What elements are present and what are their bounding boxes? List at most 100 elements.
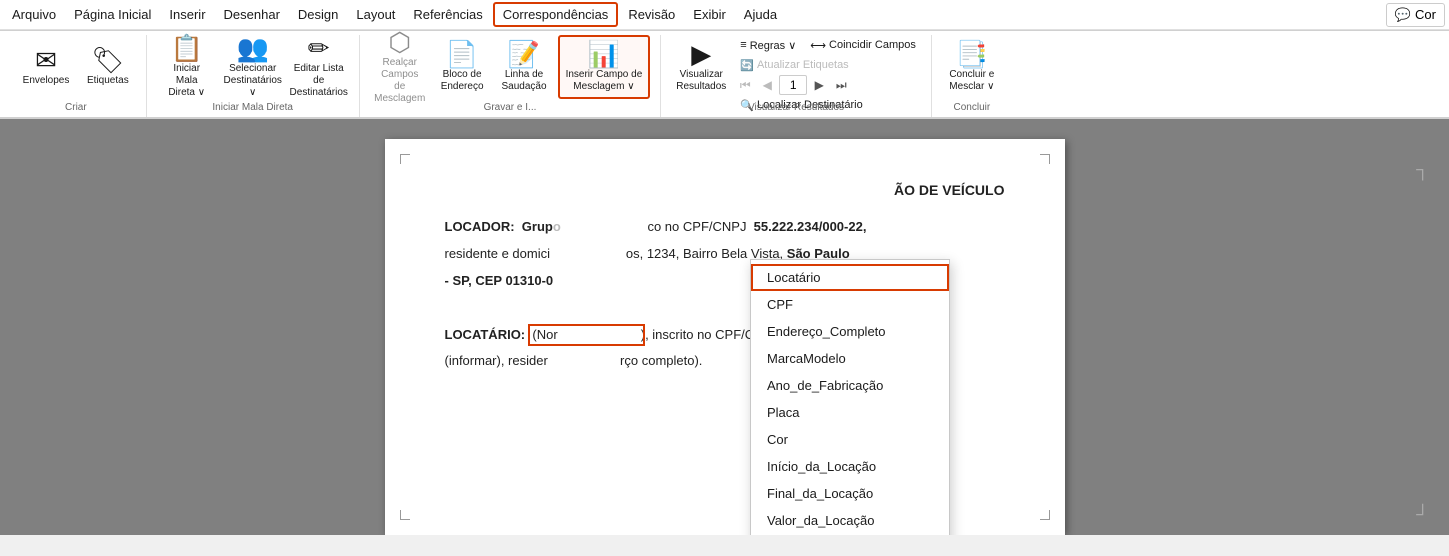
dropdown-item-placa[interactable]: Placa (751, 399, 949, 426)
dropdown-menu: Locatário CPF Endereço_Completo MarcaMod… (750, 259, 950, 535)
cor-button[interactable]: 💬 Cor (1386, 3, 1445, 27)
realcar-label: Realçar Camposde Mesclagem (374, 57, 425, 105)
iniciar-mala-icon: 📋 (171, 35, 203, 61)
right-margin-mark-top: ┐ (1416, 159, 1429, 180)
ribbon-group-iniciar-content: 📋 Iniciar MalaDireta ∨ 👥 SelecionarDesti… (157, 35, 349, 99)
regras-button[interactable]: ≡ Regras ∨ (735, 35, 801, 55)
coincidir-campos-button[interactable]: ⟷ Coincidir Campos (805, 35, 921, 55)
concluir-label: Concluir eMesclar ∨ (949, 69, 994, 93)
linha-label: Linha deSaudação (502, 69, 547, 93)
nav-first-button[interactable]: ⏮ (735, 75, 755, 95)
document-area: ÃO DE VEÍCULO LOCADOR: Grupo co no CPF/C… (0, 119, 1449, 535)
envelope-icon: ✉ (35, 47, 57, 73)
dropdown-item-forma[interactable]: Forma_de_Pagamento (751, 534, 949, 535)
visualizar-top-row: ≡ Regras ∨ ⟷ Coincidir Campos (735, 35, 921, 55)
menu-inserir[interactable]: Inserir (161, 4, 213, 25)
menu-revisao[interactable]: Revisão (620, 4, 683, 25)
menu-referencias[interactable]: Referências (405, 4, 490, 25)
inserir-label: Inserir Campo deMesclagem ∨ (566, 69, 643, 93)
ribbon: ✉ Envelopes 🏷 Etiquetas Criar 📋 Iniciar … (0, 31, 1449, 119)
inserir-campo-button[interactable]: 📊 Inserir Campo deMesclagem ∨ (558, 35, 651, 99)
visualizar-right-stack: ≡ Regras ∨ ⟷ Coincidir Campos 🔄 Atualiza… (735, 35, 921, 99)
nav-next-button[interactable]: ▶ (809, 75, 829, 95)
menu-design[interactable]: Design (290, 4, 346, 25)
ribbon-group-gravar-content: ⬡ Realçar Camposde Mesclagem 📄 Bloco deE… (370, 35, 651, 99)
linha-icon: 📝 (508, 41, 540, 67)
iniciar-group-label: Iniciar Mala Direta (157, 102, 349, 113)
menu-exibir[interactable]: Exibir (685, 4, 734, 25)
menu-desenhar[interactable]: Desenhar (216, 4, 288, 25)
nav-last-button[interactable]: ⏭ (831, 75, 851, 95)
dropdown-item-cor[interactable]: Cor (751, 426, 949, 453)
dropdown-item-cpf[interactable]: CPF (751, 291, 949, 318)
corner-bl (400, 510, 410, 520)
coincidir-label: Coincidir Campos (829, 39, 916, 51)
atualizar-etiquetas-button: 🔄 Atualizar Etiquetas (735, 55, 853, 75)
regras-label: Regras ∨ (750, 39, 797, 52)
doc-title-line: ÃO DE VEÍCULO (445, 179, 1005, 201)
bloco-endereco-button[interactable]: 📄 Bloco deEndereço (434, 35, 491, 99)
ribbon-group-concluir: 📑 Concluir eMesclar ∨ Concluir (932, 35, 1012, 117)
dropdown-item-endereco[interactable]: Endereço_Completo (751, 318, 949, 345)
corner-tl (400, 154, 410, 164)
editar-lista-button[interactable]: ✏ Editar Lista deDestinatários (289, 35, 349, 99)
ribbon-group-visualizar: ▶ VisualizarResultados ≡ Regras ∨ ⟷ Coin… (661, 35, 932, 117)
dropdown-item-final[interactable]: Final_da_Locação (751, 480, 949, 507)
ribbon-group-concluir-content: 📑 Concluir eMesclar ∨ (942, 35, 1002, 99)
ribbon-group-criar: ✉ Envelopes 🏷 Etiquetas Criar (6, 35, 147, 117)
visualizar-resultados-button[interactable]: ▶ VisualizarResultados (671, 35, 731, 99)
atualizar-icon: 🔄 (740, 59, 754, 72)
atualizar-label: Atualizar Etiquetas (757, 59, 849, 71)
cor-label: Cor (1415, 7, 1436, 22)
right-margin-mark-bottom: ┘ (1416, 504, 1429, 525)
regras-icon: ≡ (740, 39, 746, 51)
envelopes-button[interactable]: ✉ Envelopes (16, 35, 76, 99)
linha-saudacao-button[interactable]: 📝 Linha deSaudação (495, 35, 554, 99)
page-number-input[interactable] (779, 75, 807, 95)
selecionar-icon: 👥 (237, 35, 269, 61)
visualizar-label: VisualizarResultados (676, 69, 726, 93)
concluir-mesclar-button[interactable]: 📑 Concluir eMesclar ∨ (942, 35, 1002, 99)
ribbon-group-criar-content: ✉ Envelopes 🏷 Etiquetas (16, 35, 136, 99)
realcar-campos-button[interactable]: ⬡ Realçar Camposde Mesclagem (370, 35, 430, 99)
realcar-icon: ⬡ (388, 29, 411, 55)
etiquetas-button[interactable]: 🏷 Etiquetas (80, 35, 136, 99)
etiquetas-label: Etiquetas (87, 75, 129, 87)
visualizar-mid-row: 🔄 Atualizar Etiquetas (735, 55, 921, 75)
visualizar-icon: ▶ (691, 41, 711, 67)
dropdown-item-marcamodelo[interactable]: MarcaModelo (751, 345, 949, 372)
etiquetas-icon: 🏷 (91, 47, 124, 73)
menu-pagina-inicial[interactable]: Página Inicial (66, 4, 159, 25)
bloco-label: Bloco deEndereço (441, 69, 484, 93)
menu-bar: Arquivo Página Inicial Inserir Desenhar … (0, 0, 1449, 30)
ribbon-group-visualizar-content: ▶ VisualizarResultados ≡ Regras ∨ ⟷ Coin… (671, 35, 921, 99)
dropdown-item-locatario[interactable]: Locatário (751, 264, 949, 291)
corner-br (1040, 510, 1050, 520)
editar-icon: ✏ (308, 35, 330, 61)
nav-prev-button[interactable]: ◀ (757, 75, 777, 95)
menu-layout[interactable]: Layout (348, 4, 403, 25)
editar-label: Editar Lista deDestinatários (290, 63, 348, 99)
envelopes-label: Envelopes (23, 75, 70, 87)
dropdown-item-inicio[interactable]: Início_da_Locação (751, 453, 949, 480)
coincidir-icon: ⟷ (810, 39, 826, 52)
visualizar-group-label: Visualizar Resultados (671, 102, 921, 113)
criar-group-label: Criar (16, 102, 136, 113)
document-page[interactable]: ÃO DE VEÍCULO LOCADOR: Grupo co no CPF/C… (385, 139, 1065, 535)
inserir-icon: 📊 (588, 41, 620, 67)
bloco-icon: 📄 (446, 41, 478, 67)
iniciar-mala-direta-button[interactable]: 📋 Iniciar MalaDireta ∨ (157, 35, 217, 99)
comment-icon: 💬 (1395, 7, 1411, 23)
ribbon-group-iniciar: 📋 Iniciar MalaDireta ∨ 👥 SelecionarDesti… (147, 35, 360, 117)
dropdown-item-valor[interactable]: Valor_da_Locação (751, 507, 949, 534)
menu-correspondencias[interactable]: Correspondências (493, 2, 619, 27)
selecionar-destinatarios-button[interactable]: 👥 SelecionarDestinatários ∨ (221, 35, 285, 99)
menu-ajuda[interactable]: Ajuda (736, 4, 785, 25)
menu-arquivo[interactable]: Arquivo (4, 4, 64, 25)
page-nav-row: ⏮ ◀ ▶ ⏭ (735, 75, 921, 95)
selecionar-label: SelecionarDestinatários ∨ (224, 63, 282, 99)
ribbon-group-gravar: ⬡ Realçar Camposde Mesclagem 📄 Bloco deE… (360, 35, 662, 117)
doc-line-1: LOCADOR: Grupo co no CPF/CNPJ 55.222.234… (445, 217, 1005, 238)
dropdown-item-ano[interactable]: Ano_de_Fabricação (751, 372, 949, 399)
iniciar-mala-label: Iniciar MalaDireta ∨ (164, 63, 210, 99)
